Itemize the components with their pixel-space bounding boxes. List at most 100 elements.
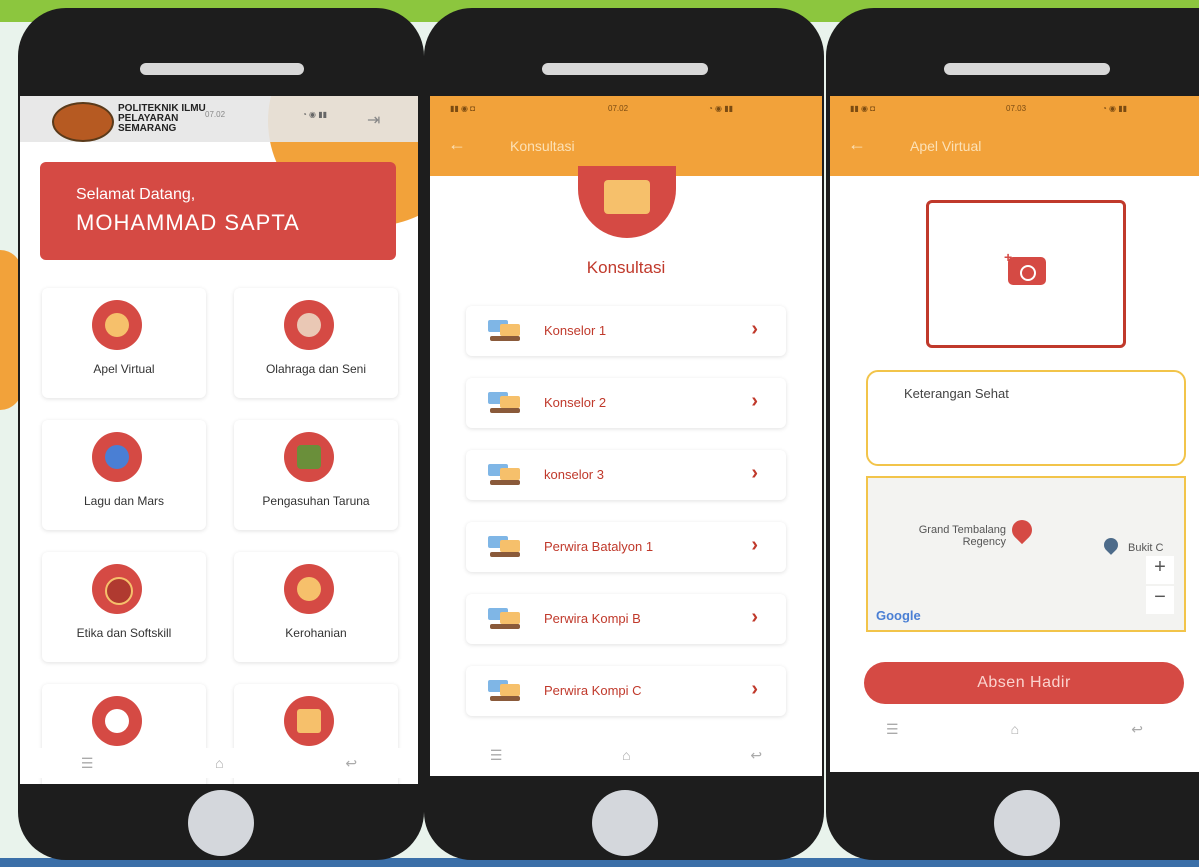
phone-home-button[interactable] [188,790,254,856]
app-bar: ▮▮ ◉ ◘ 07.03 ◔ ◉ ▮▮ ← Apel Virtual [830,96,1199,176]
menu-icon[interactable]: ☰ [81,755,94,772]
consultation-icon [488,392,522,414]
menu-tile-etika-softskill[interactable]: Etika dan Softskill [42,552,206,662]
app-bar: ▮▮ ◉ ◘ 07.02 ◔ ◉ ▮▮ ← Konsultasi [430,96,822,176]
back-icon[interactable]: ↩ [345,755,357,772]
phone-home-button[interactable] [994,790,1060,856]
menu-tile-kerohanian[interactable]: Kerohanian [234,552,398,662]
sports-arts-icon [284,300,334,350]
menu-tile-olahraga-seni[interactable]: Olahraga dan Seni [234,288,398,398]
status-icons-right: ◔ ◉ ▮▮ [1102,104,1128,113]
phone-home-button[interactable] [592,790,658,856]
back-arrow-icon[interactable]: ← [848,134,866,155]
menu-tile-lagu-mars[interactable]: Lagu dan Mars [42,420,206,530]
list-item-label: Perwira Kompi B [544,611,641,626]
list-item-label: Perwira Kompi C [544,683,642,698]
chevron-right-icon: › [751,678,758,700]
chevron-right-icon: › [751,318,758,340]
list-item-konselor-2[interactable]: Konselor 2 › [466,378,786,428]
photo-upload-box[interactable]: + [926,200,1126,348]
system-nav-bar: ☰ ⌂ ↩ [430,740,822,770]
consultation-icon [488,680,522,702]
menu-tile-label: Etika dan Softskill [76,626,172,640]
welcome-greeting: Selamat Datang, [76,186,196,203]
chevron-right-icon: › [751,534,758,556]
chevron-right-icon: › [751,390,758,412]
consultation-icon [488,320,522,342]
system-nav-bar: ☰ ⌂ ↩ [20,748,418,778]
map-pin-icon [1007,515,1037,545]
list-item-perwira-batalyon-1[interactable]: Perwira Batalyon 1 › [466,522,786,572]
logout-icon[interactable]: ⇥ [367,110,391,129]
zoom-in-button[interactable]: + [1146,556,1174,584]
menu-tile-label: Apel Virtual [93,362,155,376]
back-icon[interactable]: ↩ [1131,721,1143,738]
list-item-label: Konselor 1 [544,323,607,338]
welcome-card: Selamat Datang, MOHAMMAD SAPTA [40,162,396,260]
back-arrow-icon[interactable]: ← [448,134,466,155]
status-time: 07.02 [205,110,226,119]
keterangan-sehat-label: Keterangan Sehat [904,386,1009,401]
system-nav-bar: ☰ ⌂ ↩ [830,714,1199,744]
status-time: 07.03 [1006,104,1027,113]
camera-icon [1008,257,1046,285]
institution-logo [52,102,114,142]
consultation-icon [488,608,522,630]
status-icons: ▮▮ ◉ ◘ [850,104,876,113]
home-screen: POLITEKNIK ILMU PELAYARAN SEMARANG 07.02… [20,96,418,784]
soldier-icon [92,300,142,350]
back-icon[interactable]: ↩ [750,747,762,764]
list-item-konselor-1[interactable]: Konselor 1 › [466,306,786,356]
menu-tile-label: Pengasuhan Taruna [262,494,370,508]
home-icon[interactable]: ⌂ [1011,721,1019,737]
map-attribution: Google [876,608,921,623]
list-item-perwira-kompi-b[interactable]: Perwira Kompi B › [466,594,786,644]
phone-speaker [542,63,708,75]
menu-tile-label: Lagu dan Mars [83,494,165,508]
chevron-right-icon: › [751,606,758,628]
app-bar-title: Konsultasi [510,138,575,154]
phone-mockup-home: POLITEKNIK ILMU PELAYARAN SEMARANG 07.02… [18,8,424,860]
consultation-icon [488,536,522,558]
phone-mockup-konsultasi: ▮▮ ◉ ◘ 07.02 ◔ ◉ ▮▮ ← Konsultasi Konsult… [424,8,824,860]
home-icon[interactable]: ⌂ [215,755,223,771]
apel-virtual-screen: ▮▮ ◉ ◘ 07.03 ◔ ◉ ▮▮ ← Apel Virtual + Ket… [830,96,1199,772]
list-item-label: Konselor 2 [544,395,607,410]
list-item-label: konselor 3 [544,467,604,482]
keterangan-sehat-field[interactable]: Keterangan Sehat [866,370,1186,466]
phone-speaker [140,63,304,75]
menu-icon[interactable]: ☰ [490,747,503,764]
absen-hadir-button[interactable]: Absen Hadir [864,662,1184,704]
status-time: 07.02 [608,104,629,113]
list-item-label: Perwira Batalyon 1 [544,539,654,554]
consultation-icon [284,696,334,746]
home-icon[interactable]: ⌂ [622,747,630,763]
zoom-out-button[interactable]: − [1146,586,1174,614]
consultation-icon [488,464,522,486]
status-icons: ◔ ◉ ▮▮ [302,110,328,119]
house-icon [284,432,334,482]
status-icons-right: ◔ ◉ ▮▮ [708,104,734,113]
phone-speaker [944,63,1110,75]
music-icon [92,432,142,482]
app-bar-title: Apel Virtual [910,138,982,154]
consultation-icon [578,166,676,238]
health-shield-icon [92,696,142,746]
map-place-label-2: Bukit C [1128,542,1164,554]
home-header: POLITEKNIK ILMU PELAYARAN SEMARANG 07.02… [20,96,418,142]
user-name: MOHAMMAD SAPTA [76,210,300,235]
location-map[interactable]: Grand Tembalang Regency Bukit C + − Goog… [866,476,1186,632]
konsultasi-screen: ▮▮ ◉ ◘ 07.02 ◔ ◉ ▮▮ ← Konsultasi Konsult… [430,96,822,776]
place-marker-icon [1101,535,1121,555]
menu-tile-label: Olahraga dan Seni [265,362,367,376]
menu-tile-apel-virtual[interactable]: Apel Virtual [42,288,206,398]
list-item-perwira-kompi-c[interactable]: Perwira Kompi C › [466,666,786,716]
list-item-konselor-3[interactable]: konselor 3 › [466,450,786,500]
institution-name: POLITEKNIK ILMU PELAYARAN SEMARANG [118,103,206,134]
menu-tile-label: Kerohanian [285,626,347,640]
chevron-right-icon: › [751,462,758,484]
menu-icon[interactable]: ☰ [886,721,899,738]
status-icons: ▮▮ ◉ ◘ [450,104,476,113]
mask-icon [92,564,142,614]
menu-tile-pengasuhan-taruna[interactable]: Pengasuhan Taruna [234,420,398,530]
